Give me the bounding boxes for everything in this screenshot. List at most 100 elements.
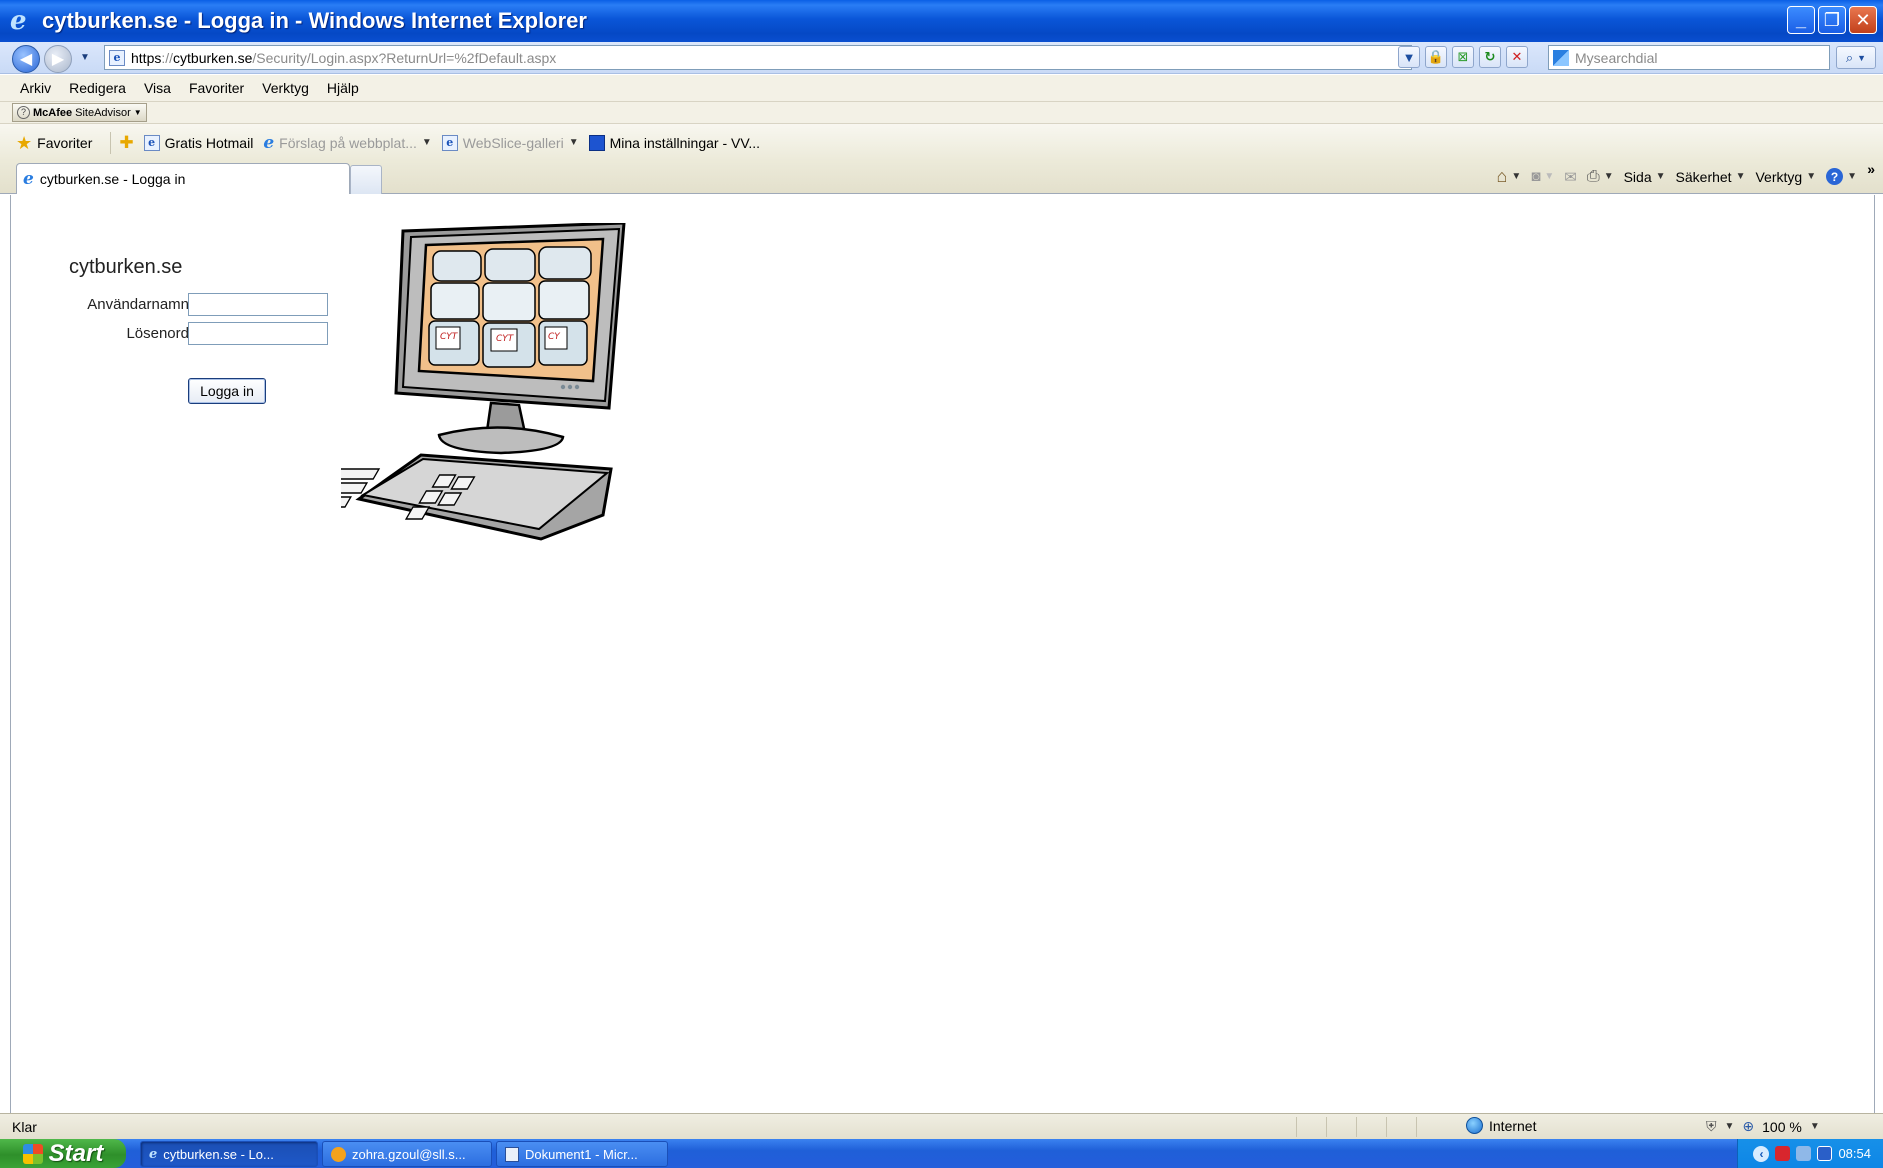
menu-item-verktyg[interactable]: Verktyg bbox=[262, 80, 309, 96]
print-button[interactable]: ⎙ ▼ bbox=[1587, 168, 1614, 186]
ie-icon: e bbox=[23, 169, 34, 189]
help-icon: ? bbox=[1826, 168, 1844, 185]
favorites-button[interactable]: ★ Favoriter bbox=[16, 134, 92, 152]
taskbar-item-ie[interactable]: e cytburken.se - Lo... bbox=[140, 1141, 318, 1167]
back-button[interactable]: ◀ bbox=[12, 45, 40, 73]
login-button[interactable]: Logga in bbox=[188, 378, 266, 404]
safety-menu[interactable]: Säkerhet ▼ bbox=[1676, 169, 1746, 185]
security-zone[interactable]: Internet bbox=[1466, 1117, 1536, 1134]
window-title-bar: e cytburken.se - Logga in - Windows Inte… bbox=[0, 0, 1883, 42]
fav-link-my-settings[interactable]: Mina inställningar - VV... bbox=[588, 134, 760, 151]
search-input[interactable]: Mysearchdial bbox=[1548, 45, 1830, 70]
menu-item-visa[interactable]: Visa bbox=[144, 80, 171, 96]
menu-item-favoriter[interactable]: Favoriter bbox=[189, 80, 244, 96]
taskbar-item-word[interactable]: Dokument1 - Micr... bbox=[496, 1141, 668, 1167]
add-to-favorites-button[interactable]: ✚ bbox=[119, 133, 133, 153]
search-icon: ⌕ bbox=[1845, 49, 1854, 65]
fav-link-suggested-sites[interactable]: e Förslag på webbplat... ▼ bbox=[263, 133, 431, 153]
document-icon bbox=[505, 1146, 519, 1162]
start-button[interactable]: Start bbox=[0, 1139, 126, 1168]
search-provider-icon bbox=[1553, 49, 1569, 66]
protected-mode-icon[interactable]: ⛨ bbox=[1706, 1118, 1717, 1135]
home-button[interactable]: ⌂ ▼ bbox=[1497, 166, 1522, 187]
compatibility-icon[interactable]: ⊠ bbox=[1452, 46, 1474, 68]
new-tab-button[interactable] bbox=[350, 165, 382, 194]
tools-menu[interactable]: Verktyg ▼ bbox=[1755, 169, 1816, 185]
mcafee-brand: McAfee bbox=[33, 106, 73, 119]
chevron-down-icon[interactable]: ▼ bbox=[1810, 1121, 1820, 1132]
password-field[interactable] bbox=[188, 322, 328, 345]
safety-menu-label: Säkerhet bbox=[1675, 168, 1732, 185]
fav-link-webslice-gallery[interactable]: e WebSlice-galleri ▼ bbox=[441, 134, 579, 151]
system-tray: ‹ 08:54 bbox=[1737, 1139, 1883, 1168]
menu-item-arkiv[interactable]: Arkiv bbox=[20, 80, 51, 96]
tab-cytburken-login[interactable]: e cytburken.se - Logga in bbox=[16, 163, 350, 194]
restore-button[interactable]: ❐ bbox=[1818, 6, 1846, 34]
forward-button[interactable]: ▶ bbox=[44, 45, 72, 73]
chevron-down-icon[interactable]: ▼ bbox=[1725, 1121, 1735, 1132]
taskbar-item-mail[interactable]: zohra.gzoul@sll.s... bbox=[322, 1141, 492, 1167]
menu-item-redigera[interactable]: Redigera bbox=[69, 80, 126, 96]
search-options-icon[interactable]: ▼ bbox=[1857, 53, 1866, 63]
fav-link-label: Gratis Hotmail bbox=[164, 134, 254, 151]
refresh-icon[interactable]: ↻ bbox=[1479, 46, 1501, 68]
ie-logo-icon: e bbox=[10, 6, 27, 36]
menu-item-hjalp[interactable]: Hjälp bbox=[327, 80, 359, 96]
divider bbox=[110, 131, 112, 154]
lock-icon[interactable]: 🔒 bbox=[1425, 46, 1447, 68]
svg-text:CY: CY bbox=[548, 332, 561, 342]
mcafee-tray-icon[interactable] bbox=[1775, 1146, 1791, 1161]
username-field[interactable] bbox=[188, 293, 328, 316]
svg-text:CYT: CYT bbox=[440, 332, 459, 342]
question-icon: ? bbox=[17, 106, 30, 119]
status-panels bbox=[1296, 1117, 1446, 1137]
clock[interactable]: 08:54 bbox=[1838, 1146, 1871, 1161]
stop-icon[interactable]: ✕ bbox=[1506, 46, 1528, 68]
history-dropdown-icon[interactable]: ▼ bbox=[80, 52, 90, 63]
mcafee-dropdown-icon: ▼ bbox=[133, 108, 142, 117]
favorites-bar: ★ Favoriter ✚ e Gratis Hotmail e Förslag… bbox=[0, 124, 1883, 161]
close-button[interactable]: ✕ bbox=[1849, 6, 1877, 34]
help-menu[interactable]: ? ▼ bbox=[1826, 168, 1857, 185]
tray-expand-icon[interactable]: ‹ bbox=[1753, 1145, 1770, 1162]
search-button[interactable]: ⌕ ▼ bbox=[1836, 46, 1876, 69]
tools-menu-label: Verktyg bbox=[1755, 168, 1803, 185]
status-tools: ⛨ ▼ ⊕ 100 % ▼ bbox=[1706, 1118, 1820, 1135]
chevron-down-icon[interactable]: ▼ bbox=[1544, 171, 1554, 182]
command-bar: ⌂ ▼ ◙ ▼ ✉ ⎙ ▼ Sida ▼ Säkerhet ▼ Verktyg ▼ ? ▼ bbox=[1497, 166, 1857, 187]
home-icon: ⌂ bbox=[1496, 166, 1508, 186]
chevron-down-icon[interactable]: ▼ bbox=[569, 137, 579, 148]
print-icon: ⎙ bbox=[1586, 167, 1600, 185]
site-title: cytburken.se bbox=[69, 256, 183, 278]
zoom-level[interactable]: 100 % bbox=[1762, 1119, 1802, 1135]
page-icon: e bbox=[143, 134, 160, 151]
address-bar[interactable]: e https://cytburken.se/Security/Login.as… bbox=[104, 45, 1412, 70]
search-placeholder: Mysearchdial bbox=[1575, 49, 1658, 66]
favorites-star-icon: ★ bbox=[16, 132, 33, 153]
start-label: Start bbox=[48, 1139, 104, 1167]
rss-icon: ◙ bbox=[1531, 168, 1541, 185]
tab-bar: e cytburken.se - Logga in ⌂ ▼ ◙ ▼ ✉ ⎙ ▼ Sid… bbox=[0, 161, 1883, 194]
mcafee-siteadvisor-button[interactable]: ? McAfee SiteAdvisor ▼ bbox=[12, 103, 147, 122]
fav-link-hotmail[interactable]: e Gratis Hotmail bbox=[143, 134, 254, 151]
minimize-button[interactable]: _ bbox=[1787, 6, 1815, 34]
chevron-down-icon[interactable]: ▼ bbox=[422, 137, 432, 148]
chevron-down-icon: ▼ bbox=[1806, 171, 1817, 182]
feeds-button[interactable]: ◙ ▼ bbox=[1531, 168, 1554, 185]
address-dropdown-icon[interactable]: ▼ bbox=[1398, 46, 1420, 68]
window-controls: _ ❐ ✕ bbox=[1787, 6, 1877, 34]
toolbar-overflow-icon[interactable]: » bbox=[1867, 161, 1875, 177]
network-tray-icon[interactable] bbox=[1796, 1146, 1812, 1161]
page-menu[interactable]: Sida ▼ bbox=[1624, 169, 1666, 185]
chevron-down-icon[interactable]: ▼ bbox=[1604, 171, 1614, 182]
display-tray-icon[interactable] bbox=[1817, 1146, 1833, 1161]
mcafee-label: SiteAdvisor bbox=[75, 106, 131, 119]
chevron-down-icon[interactable]: ▼ bbox=[1511, 171, 1521, 182]
add-favorite-icon: ✚ bbox=[119, 132, 134, 152]
site-icon bbox=[588, 134, 605, 151]
fav-link-label: Förslag på webbplat... bbox=[279, 134, 417, 151]
ie-icon: e bbox=[149, 1146, 158, 1162]
taskbar-item-label: Dokument1 - Micr... bbox=[525, 1146, 638, 1162]
read-mail-button[interactable]: ✉ bbox=[1564, 168, 1577, 186]
status-text: Klar bbox=[12, 1119, 37, 1135]
